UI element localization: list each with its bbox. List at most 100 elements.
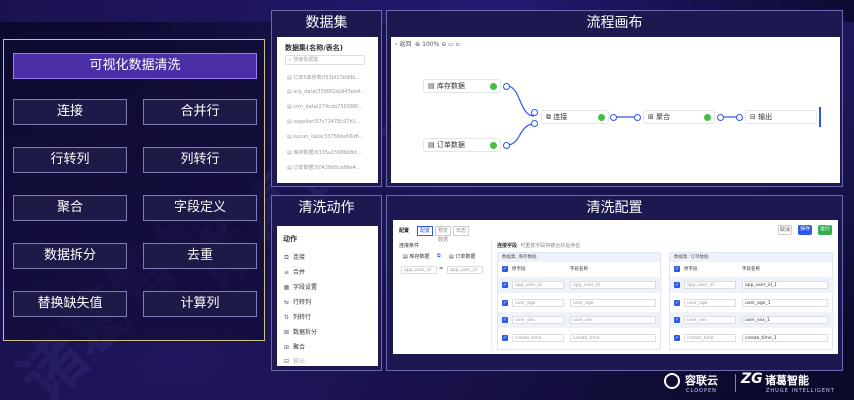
action-item[interactable]: ⊟ 输出 xyxy=(283,356,305,365)
field-name-input[interactable]: user_age xyxy=(570,299,656,307)
source-a: ▤ 库存数据 xyxy=(403,254,430,260)
flow-node-inventory[interactable]: ▤ 库存数据 xyxy=(423,79,501,93)
dataset-item[interactable]: ▤ crm_data(274cda756586f... xyxy=(287,104,362,110)
dataset-panel: 数据集 数据集(名称/表名) ⌕ 搜索数据集 ▤ 订单5库存表(f33bf23e… xyxy=(271,10,382,187)
action-item[interactable]: ≡ 合并 xyxy=(283,267,305,276)
source-b: ▤ 订单数据 xyxy=(449,254,476,260)
tab-preview[interactable]: 预览数据 xyxy=(435,226,451,243)
source-field: user_age xyxy=(512,299,564,307)
source-field: app_user_id xyxy=(512,281,564,289)
flow-node-orders[interactable]: ▤ 订单数据 xyxy=(423,138,501,152)
cloopen-logo-icon xyxy=(664,373,680,389)
join-field-b[interactable]: app_user_id xyxy=(447,266,483,274)
join-field-a[interactable]: app_user_id xyxy=(401,266,437,274)
node-port[interactable] xyxy=(503,142,510,149)
row-checkbox[interactable]: ✓ xyxy=(502,335,508,341)
field-name-input[interactable]: app_user_id xyxy=(570,281,656,289)
actions-panel: 清洗动作 动作 ⧉ 连接 ≡ 合并 ▦ 字段设置 ⇆ 行转列 ⇅ 列转行 ⊠ 数据拆分 ⊞ 聚… xyxy=(271,195,382,371)
field-name-input[interactable]: user_sex xyxy=(570,316,656,324)
table-icon: ▤ xyxy=(428,82,437,90)
field-name-input[interactable]: user_age_1 xyxy=(742,299,828,307)
dataset-item[interactable]: ▤ 订单数据(50428d0ca96e4... xyxy=(287,164,361,171)
flow-node-output[interactable]: ⊟ 输出 xyxy=(745,110,817,124)
op-merge-rows-button[interactable]: 合并行 xyxy=(143,99,257,125)
op-calc-column-button[interactable]: 计算列 xyxy=(143,291,257,317)
field-name-input[interactable]: user_sex_1 xyxy=(742,316,828,324)
node-port[interactable] xyxy=(503,83,510,90)
row-checkbox[interactable]: ✓ xyxy=(502,300,508,306)
zhuge-logo-icon: ZG xyxy=(741,371,763,387)
node-port[interactable] xyxy=(634,114,641,121)
run-button[interactable]: 运行 xyxy=(818,225,832,235)
op-dedup-button[interactable]: 去重 xyxy=(143,243,257,269)
table-header: 数据集: 订单数据 xyxy=(670,253,832,262)
equals-icon: = xyxy=(439,266,444,272)
column-header: 字段名称 xyxy=(570,267,588,272)
row-checkbox[interactable]: ✓ xyxy=(674,282,680,288)
op-col-to-row-button[interactable]: 列转行 xyxy=(143,147,257,173)
node-port[interactable] xyxy=(736,114,743,121)
flow-node-aggregate[interactable]: ⊞ 聚合 xyxy=(643,110,715,124)
table-icon: ▤ xyxy=(428,141,437,149)
op-fill-missing-button[interactable]: 替换缺失值 xyxy=(13,291,127,317)
action-item[interactable]: ⇆ 行转列 xyxy=(283,297,311,306)
actions-list: 动作 ⧉ 连接 ≡ 合并 ▦ 字段设置 ⇆ 行转列 ⇅ 列转行 ⊠ 数据拆分 ⊞ 聚合 ⊟ 输出 xyxy=(277,226,378,366)
join-type-icon[interactable]: ⧉ xyxy=(437,253,441,259)
join-field-label: 连接字段 可重复字段将被合并后命名 xyxy=(497,243,581,249)
field-name-input[interactable]: app_user_id_1 xyxy=(742,281,828,289)
action-item[interactable]: ▦ 字段设置 xyxy=(283,282,317,291)
join-condition-label: 连接条件 xyxy=(399,243,420,249)
dataset-item[interactable]: ▤ 库存数据(6335a15986b8d... xyxy=(287,149,361,156)
op-split-button[interactable]: 数据拆分 xyxy=(13,243,127,269)
op-field-define-button[interactable]: 字段定义 xyxy=(143,195,257,221)
op-aggregate-button[interactable]: 聚合 xyxy=(13,195,127,221)
row-checkbox[interactable]: ✓ xyxy=(674,335,680,341)
divider xyxy=(491,240,492,350)
field-name-input[interactable]: create_time xyxy=(570,334,656,342)
dataset-list: 数据集(名称/表名) ⌕ 搜索数据集 ▤ 订单5库存表(f33bf23e9db.… xyxy=(277,37,378,183)
row-checkbox[interactable]: ✓ xyxy=(674,317,680,323)
dataset-item[interactable]: ▤ erp_data(3380f2ab943eb4... xyxy=(287,89,365,95)
action-item[interactable]: ⊠ 数据拆分 xyxy=(283,327,317,336)
flow-node-join[interactable]: ⧉ 连接 xyxy=(541,110,609,124)
dataset-item[interactable]: ▤ supplier(57c71478c57b1... xyxy=(287,119,361,125)
row-checkbox[interactable]: ✓ xyxy=(502,317,508,323)
source-field: app_user_id xyxy=(684,281,736,289)
row-checkbox[interactable]: ✓ xyxy=(674,300,680,306)
column-header: 原字段 xyxy=(684,267,698,272)
select-all-checkbox[interactable]: ✓ xyxy=(502,266,508,272)
tab-config[interactable]: 配置 xyxy=(417,226,433,236)
flow-canvas[interactable]: ‹ 返回 ⊕ 100% ⊖ ▭ ▫ ▤ 库存数据 ▤ 订单数据 ⧉ 连接 ⊞ 聚… xyxy=(391,37,840,183)
select-all-checkbox[interactable]: ✓ xyxy=(674,266,680,272)
node-port[interactable] xyxy=(717,114,724,121)
status-ok-icon xyxy=(598,114,605,121)
row-to-col-icon: ⇆ xyxy=(283,299,290,306)
panel-title: 清洗动作 xyxy=(298,200,355,216)
node-port[interactable] xyxy=(531,120,538,127)
save-button[interactable]: 保存 xyxy=(798,225,812,235)
action-item[interactable]: ⊞ 聚合 xyxy=(283,342,305,351)
tab-log[interactable]: 日志 xyxy=(453,226,469,236)
op-join-button[interactable]: 连接 xyxy=(13,99,127,125)
node-port[interactable] xyxy=(531,109,538,116)
operations-panel: 可视化数据清洗 连接 合并行 行转列 列转行 聚合 字段定义 数据拆分 去重 替… xyxy=(3,39,265,341)
node-port[interactable] xyxy=(610,114,617,121)
dataset-item[interactable]: ▤ kucun_data(33756be56d6... xyxy=(287,134,364,140)
cancel-button[interactable]: 取消 xyxy=(778,225,792,235)
dataset-search-input[interactable]: ⌕ 搜索数据集 xyxy=(285,55,365,65)
actions-header: 动作 xyxy=(283,235,297,243)
source-field: user_age xyxy=(684,299,736,307)
action-item[interactable]: ⧉ 连接 xyxy=(283,252,305,262)
source-field: create_time xyxy=(512,334,564,342)
brand-zhuge: 诸葛智能 xyxy=(765,374,809,387)
op-row-to-col-button[interactable]: 行转列 xyxy=(13,147,127,173)
field-name-input[interactable]: create_time_1 xyxy=(742,334,828,342)
status-ok-icon xyxy=(704,114,711,121)
panel-title: 数据集 xyxy=(305,15,348,31)
dataset-item[interactable]: ▤ 订单5库存表(f33bf23e9db... xyxy=(287,74,360,81)
col-to-row-icon: ⇅ xyxy=(283,314,290,321)
row-checkbox[interactable]: ✓ xyxy=(502,282,508,288)
join-icon: ⧉ xyxy=(284,254,289,261)
action-item[interactable]: ⇅ 列转行 xyxy=(283,312,311,321)
flow-canvas-panel: 流程画布 ‹ 返回 ⊕ 100% ⊖ ▭ ▫ ▤ 库存数据 ▤ 订单数据 ⧉ 连… xyxy=(386,10,843,187)
